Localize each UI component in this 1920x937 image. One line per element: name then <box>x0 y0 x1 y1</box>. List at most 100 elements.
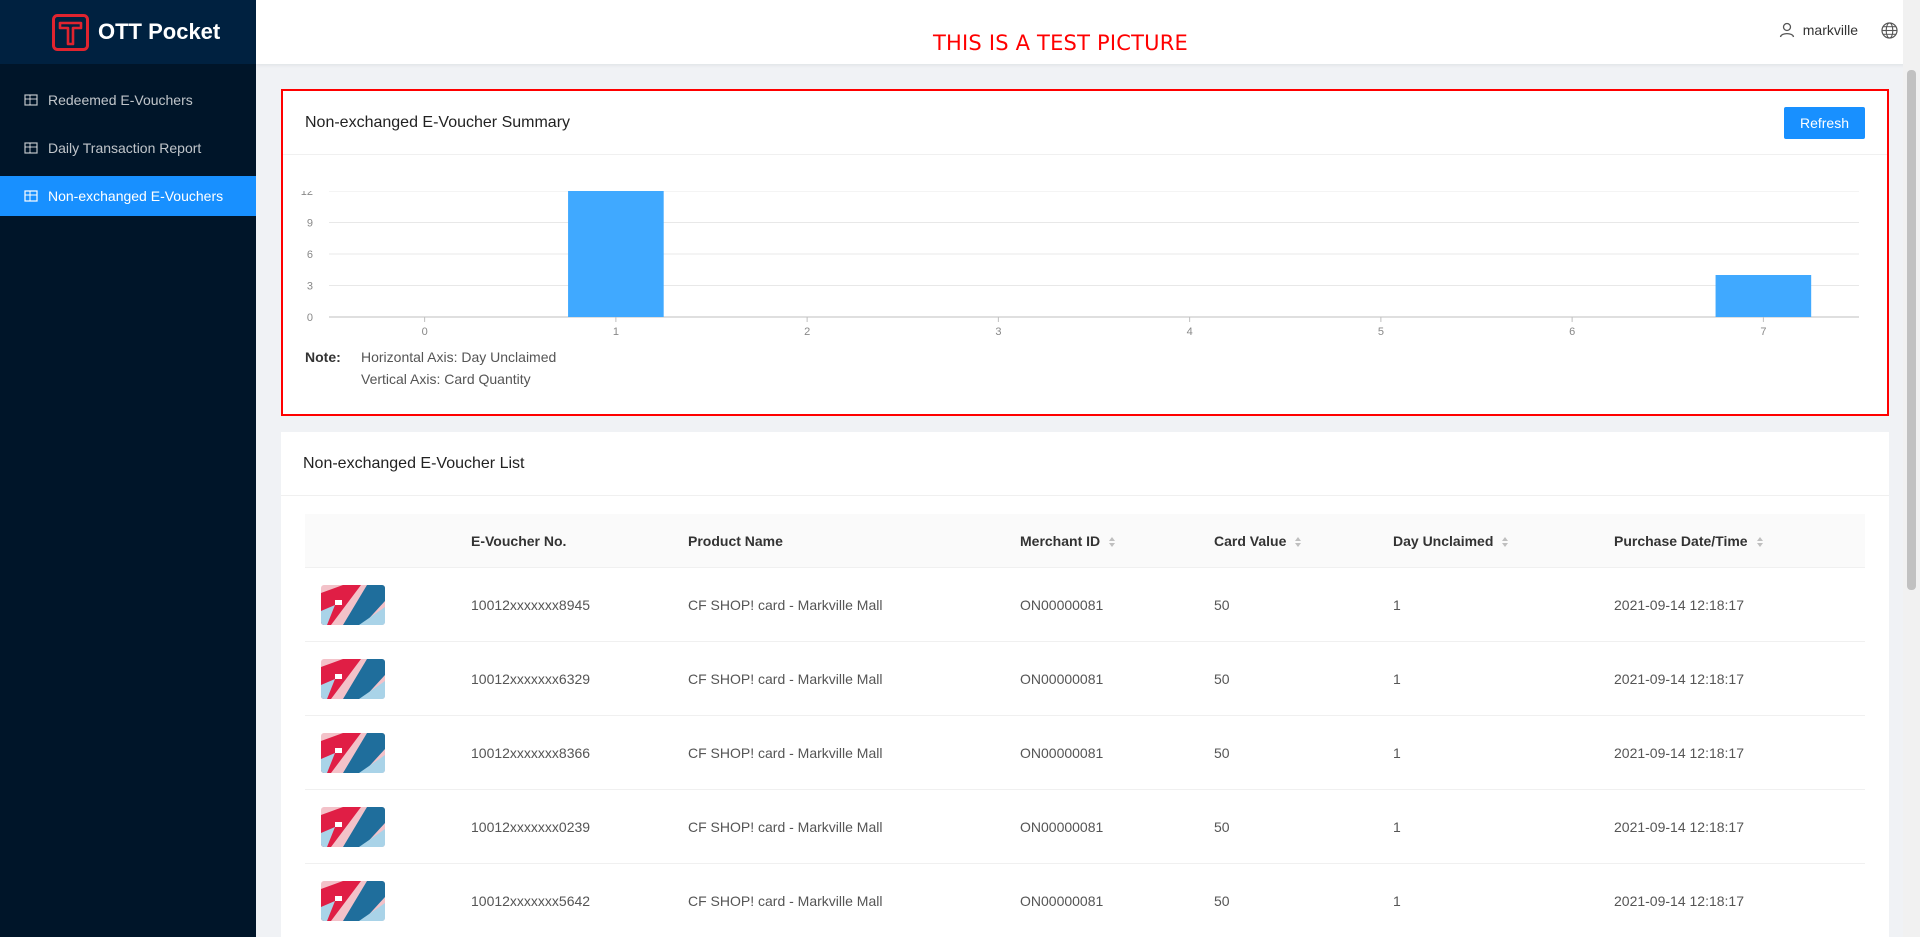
voucher-no-cell: 10012xxxxxxx5642 <box>471 892 591 909</box>
day-unclaimed-cell: 1 <box>1393 670 1401 687</box>
merchant-id-cell: ON00000081 <box>1020 744 1104 761</box>
bar-chart: 0369120 1 2 3 4 5 6 7 <box>301 191 1859 338</box>
product-name-cell: CF SHOP! card - Markville Mall <box>688 818 883 835</box>
page-scrollbar[interactable] <box>1903 0 1920 937</box>
column-header-label: Card Value <box>1214 532 1287 549</box>
y-tick-label: 12 <box>301 191 313 198</box>
voucher-card-image <box>321 806 385 847</box>
x-tick-label: 5 <box>1378 326 1384 338</box>
app-name: OTT Pocket <box>98 19 221 44</box>
column-header-label: E-Voucher No. <box>471 532 567 549</box>
column-header-purchase-date-time[interactable]: Purchase Date/Time <box>1614 533 1865 549</box>
table-row[interactable]: 10012xxxxxxx5642 CF SHOP! card - Markvill… <box>305 864 1865 937</box>
purchase-date-time-cell: 2021-09-14 12:18:17 <box>1614 670 1744 687</box>
merchant-id-cell: ON00000081 <box>1020 818 1104 835</box>
column-header-merchant-id[interactable]: Merchant ID <box>1020 533 1214 549</box>
list-card-header: Non-exchanged E-Voucher List <box>281 432 1889 496</box>
user-icon <box>1779 22 1794 38</box>
sidebar-item-label: Daily Transaction Report <box>48 140 202 156</box>
table-row[interactable]: 10012xxxxxxx6329 CF SHOP! card - Markvill… <box>305 642 1865 716</box>
note-line-horizontal-axis: Horizontal Axis: Day Unclaimed <box>361 349 557 365</box>
top-header: THIS IS A TEST PICTURE markville <box>256 0 1920 64</box>
day-unclaimed-cell: 1 <box>1393 744 1401 761</box>
y-tick-label: 6 <box>307 249 313 261</box>
x-tick-label: 1 <box>613 326 619 338</box>
voucher-table: E-Voucher No. Product Name Merchant ID C… <box>305 514 1865 937</box>
x-tick-label: 6 <box>1569 326 1575 338</box>
voucher-thumbnail-cell <box>305 732 471 773</box>
sidebar-item-label: Non-exchanged E-Vouchers <box>48 188 224 204</box>
list-title: Non-exchanged E-Voucher List <box>303 454 525 472</box>
sidebar-nav: Redeemed E-Vouchers Daily Transaction Re… <box>0 80 256 216</box>
ott-logo-icon <box>52 13 89 51</box>
sort-icon[interactable] <box>1756 536 1764 548</box>
merchant-id-cell: ON00000081 <box>1020 596 1104 613</box>
product-name-cell: CF SHOP! card - Markville Mall <box>688 892 883 909</box>
product-name-cell: CF SHOP! card - Markville Mall <box>688 744 883 761</box>
card-value-cell: 50 <box>1214 596 1230 613</box>
summary-title: Non-exchanged E-Voucher Summary <box>305 113 571 131</box>
scrollbar-thumb[interactable] <box>1907 70 1916 590</box>
table-icon <box>24 190 38 202</box>
table-icon <box>24 94 38 106</box>
list-card: Non-exchanged E-Voucher List E-Voucher N… <box>281 432 1889 937</box>
purchase-date-time-cell: 2021-09-14 12:18:17 <box>1614 744 1744 761</box>
note-line-vertical-axis: Vertical Axis: Card Quantity <box>361 371 531 387</box>
sidebar-item-non-exchanged-e-vouchers[interactable]: Non-exchanged E-Vouchers <box>0 176 256 216</box>
voucher-card-image <box>321 880 385 921</box>
y-tick-label: 9 <box>307 218 313 230</box>
column-header-label: Day Unclaimed <box>1393 532 1494 549</box>
purchase-date-time-cell: 2021-09-14 12:18:17 <box>1614 818 1744 835</box>
voucher-no-cell: 10012xxxxxxx0239 <box>471 818 591 835</box>
voucher-card-image <box>321 584 385 625</box>
x-tick-label: 2 <box>804 326 810 338</box>
x-tick-label: 4 <box>1187 326 1193 338</box>
column-header-label: Product Name <box>688 532 783 549</box>
logo[interactable]: OTT Pocket <box>0 0 256 64</box>
x-tick-label: 0 <box>422 326 428 338</box>
summary-card-header: Non-exchanged E-Voucher Summary Refresh <box>283 91 1887 155</box>
column-header-product-name: Product Name <box>688 533 1020 549</box>
card-value-cell: 50 <box>1214 818 1230 835</box>
summary-card: Non-exchanged E-Voucher Summary Refresh … <box>281 89 1889 416</box>
x-tick-label: 7 <box>1760 326 1766 338</box>
purchase-date-time-cell: 2021-09-14 12:18:17 <box>1614 892 1744 909</box>
voucher-no-cell: 10012xxxxxxx8366 <box>471 744 591 761</box>
column-header-voucher-no: E-Voucher No. <box>471 533 688 549</box>
sidebar-item-daily-transaction-report[interactable]: Daily Transaction Report <box>0 128 256 168</box>
day-unclaimed-cell: 1 <box>1393 596 1401 613</box>
user-menu[interactable]: markville <box>1779 22 1858 38</box>
column-header-label: Purchase Date/Time <box>1614 532 1748 549</box>
merchant-id-cell: ON00000081 <box>1020 892 1104 909</box>
merchant-id-cell: ON00000081 <box>1020 670 1104 687</box>
sort-icon[interactable] <box>1294 536 1302 548</box>
table-icon <box>24 142 38 154</box>
voucher-no-cell: 10012xxxxxxx8945 <box>471 596 591 613</box>
username: markville <box>1802 22 1858 38</box>
column-header-day-unclaimed[interactable]: Day Unclaimed <box>1393 533 1614 549</box>
globe-icon[interactable] <box>1881 22 1898 39</box>
card-value-cell: 50 <box>1214 892 1230 909</box>
refresh-button[interactable]: Refresh <box>1783 106 1865 139</box>
sort-icon[interactable] <box>1501 536 1509 548</box>
bar-1 <box>568 191 664 317</box>
y-tick-label: 0 <box>307 312 313 324</box>
voucher-thumbnail-cell <box>305 880 471 921</box>
sidebar-item-redeemed-e-vouchers[interactable]: Redeemed E-Vouchers <box>0 80 256 120</box>
table-row[interactable]: 10012xxxxxxx8366 CF SHOP! card - Markvill… <box>305 716 1865 790</box>
x-tick-label: 3 <box>995 326 1001 338</box>
sidebar: OTT Pocket Redeemed E-Vouchers Daily Tra… <box>0 0 256 937</box>
table-row[interactable]: 10012xxxxxxx0239 CF SHOP! card - Markvill… <box>305 790 1865 864</box>
voucher-card-image <box>321 732 385 773</box>
table-body: 10012xxxxxxx8945 CF SHOP! card - Markvill… <box>305 568 1865 937</box>
voucher-thumbnail-cell <box>305 806 471 847</box>
note-label: Note: <box>305 349 341 365</box>
sort-icon[interactable] <box>1108 536 1116 548</box>
table-row[interactable]: 10012xxxxxxx8945 CF SHOP! card - Markvill… <box>305 568 1865 642</box>
column-header-card-value[interactable]: Card Value <box>1214 533 1393 549</box>
table-header: E-Voucher No. Product Name Merchant ID C… <box>305 514 1865 568</box>
card-value-cell: 50 <box>1214 744 1230 761</box>
product-name-cell: CF SHOP! card - Markville Mall <box>688 670 883 687</box>
column-header-label: Merchant ID <box>1020 532 1101 549</box>
card-value-cell: 50 <box>1214 670 1230 687</box>
